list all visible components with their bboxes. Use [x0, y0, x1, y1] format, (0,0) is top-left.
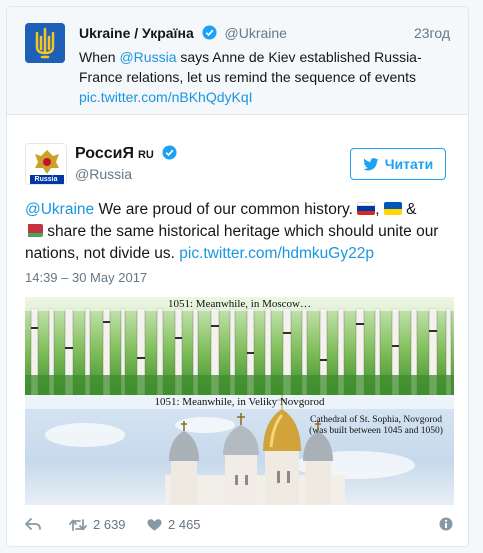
ukraine-avatar[interactable]	[25, 23, 65, 63]
tweet-text-part: We are proud of our common history.	[94, 201, 353, 218]
mention-russia-link[interactable]: @Russia	[119, 49, 176, 65]
author-handle[interactable]: @Russia	[75, 166, 132, 182]
info-icon	[439, 517, 453, 531]
info-button[interactable]	[439, 517, 453, 531]
birch-forest-panel	[25, 297, 454, 396]
twitter-bird-icon	[362, 157, 379, 170]
tweet-text: @Ukraine We are proud of our common hist…	[25, 201, 439, 262]
follow-button[interactable]: Читати	[350, 148, 446, 180]
author-name[interactable]: РоссиЯ RU	[75, 145, 177, 163]
media-caption-novgorod: 1051: Meanwhile, in Veliky Novgorod	[25, 395, 454, 409]
retweet-button[interactable]: 2 639	[69, 517, 126, 532]
heart-icon	[147, 518, 162, 531]
cathedral-domes-illustration	[45, 395, 415, 505]
quoted-tweet-author[interactable]: Ukraine / Україна @Ukraine	[79, 25, 287, 41]
retweet-icon	[69, 518, 87, 531]
like-count: 2 465	[168, 517, 201, 532]
tweet-timestamp[interactable]: 14:39 – 30 May 2017	[25, 270, 147, 285]
reply-button[interactable]	[25, 517, 41, 531]
trident-coat-of-arms-icon	[25, 23, 65, 63]
quoted-tweet[interactable]: Ukraine / Україна @Ukraine 23год When @R…	[7, 7, 468, 115]
mention-ukraine-link[interactable]: @Ukraine	[25, 201, 94, 218]
cathedral-annotation: Cathedral of St. Sophia, Novgorod (was b…	[306, 415, 446, 437]
verified-badge-icon	[202, 25, 217, 40]
tweet-media-image[interactable]: 1051: Meanwhile, in Moscow… 1051: Meanwh…	[25, 297, 454, 505]
verified-badge-icon	[162, 145, 177, 160]
birch-trees-illustration	[25, 297, 454, 396]
quoted-text-part: When	[79, 49, 120, 65]
retweet-count: 2 639	[93, 517, 126, 532]
author-name-text[interactable]: РоссиЯ	[75, 145, 134, 162]
belarus-flag-icon	[25, 224, 43, 237]
ukraine-flag-icon	[383, 202, 402, 215]
russia-avatar[interactable]: Russia	[25, 143, 67, 185]
embedded-tweet-card: Ukraine / Україна @Ukraine 23год When @R…	[6, 6, 469, 547]
reply-icon	[25, 518, 41, 530]
ampersand: &	[406, 201, 417, 218]
russia-flag-icon	[357, 202, 376, 215]
tweet-actions: 2 639 2 465	[25, 517, 455, 539]
cathedral-note-line2: (was built between 1045 and 1050)	[309, 426, 443, 436]
avatar-label: Russia	[34, 176, 58, 183]
cathedral-note-line1: Cathedral of St. Sophia, Novgorod	[310, 415, 442, 425]
follow-label[interactable]: Читати	[385, 156, 434, 172]
tweet-media-link[interactable]: pic.twitter.com/hdmkuGy22p	[179, 245, 374, 262]
quoted-media-link[interactable]: pic.twitter.com/nBKhQdyKqI	[79, 89, 253, 105]
like-button[interactable]: 2 465	[147, 517, 201, 532]
country-code: RU	[137, 149, 154, 161]
quoted-tweet-text: When @Russia says Anne de Kiev establish…	[79, 47, 449, 107]
cathedral-panel	[25, 395, 454, 505]
quoted-author-handle[interactable]: @Ukraine	[225, 25, 287, 41]
media-caption-moscow: 1051: Meanwhile, in Moscow…	[25, 297, 454, 311]
quoted-tweet-time[interactable]: 23год	[414, 25, 450, 41]
quoted-author-name[interactable]: Ukraine / Україна	[79, 25, 194, 41]
